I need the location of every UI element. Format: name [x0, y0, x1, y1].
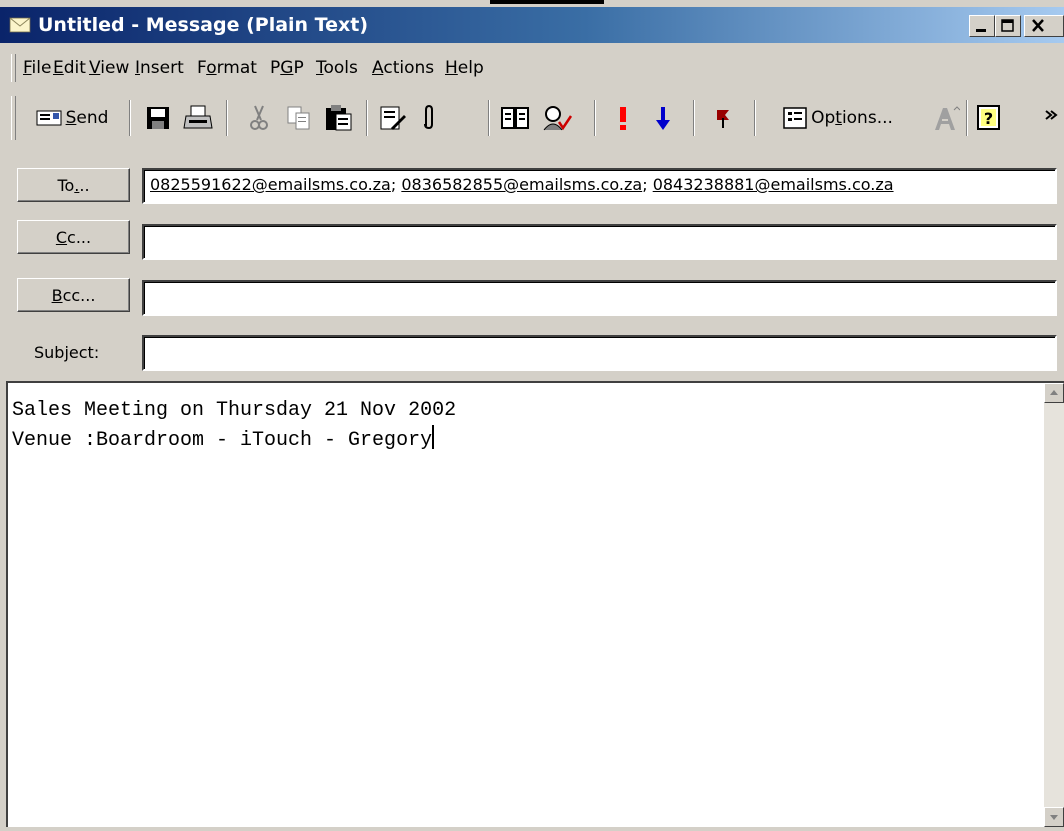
help-button[interactable]: ? — [974, 98, 1004, 138]
toolbar-separator — [693, 100, 695, 136]
importance-low-button[interactable] — [648, 98, 678, 138]
cc-button[interactable]: Cc... — [17, 220, 130, 254]
menu-file[interactable]: File — [23, 58, 51, 78]
menu-help[interactable]: Help — [445, 58, 484, 78]
envelope-icon — [9, 17, 31, 33]
flag-button[interactable] — [708, 98, 738, 138]
toolbar-grip[interactable] — [11, 96, 16, 140]
save-button[interactable] — [141, 98, 175, 138]
minimize-button[interactable] — [969, 15, 995, 37]
attachment-button[interactable] — [415, 98, 443, 138]
message-body[interactable]: Sales Meeting on Thursday 21 Nov 2002 Ve… — [6, 381, 1064, 827]
check-names-icon — [543, 106, 573, 131]
menu-tools[interactable]: Tools — [316, 58, 358, 78]
address-book-icon — [501, 107, 529, 129]
paste-icon — [326, 105, 352, 131]
toolbar-separator — [129, 100, 131, 136]
menu-format[interactable]: Format — [197, 58, 257, 78]
importance-high-button[interactable] — [608, 98, 638, 138]
save-icon — [147, 107, 169, 129]
toolbar-separator — [366, 100, 368, 136]
cut-icon — [250, 105, 268, 130]
to-recipient[interactable]: 0825591622@emailsms.co.za — [150, 175, 391, 194]
arrow-up-icon — [1050, 390, 1058, 395]
bcc-field[interactable] — [142, 280, 1057, 316]
options-button[interactable]: Options... — [768, 98, 908, 138]
subject-field[interactable] — [142, 335, 1057, 371]
copy-button[interactable] — [282, 98, 316, 138]
to-recipient[interactable]: 0843238881@emailsms.co.za — [653, 175, 894, 194]
font-icon — [935, 106, 960, 130]
message-body-text[interactable]: Sales Meeting on Thursday 21 Nov 2002 Ve… — [12, 397, 456, 455]
maximize-icon — [1001, 19, 1014, 32]
send-icon — [36, 110, 62, 126]
menu-actions[interactable]: Actions — [372, 58, 434, 78]
menu-edit[interactable]: Edit — [53, 58, 86, 78]
to-field[interactable]: 0825591622@emailsms.co.za; 0836582855@em… — [142, 168, 1057, 204]
bcc-button[interactable]: Bcc... — [17, 278, 130, 312]
cc-field[interactable] — [142, 224, 1057, 260]
help-icon: ? — [977, 105, 1000, 130]
to-button[interactable]: To... — [17, 168, 130, 202]
attachment-icon — [424, 104, 433, 130]
options-icon — [783, 107, 807, 129]
body-line: Sales Meeting on Thursday 21 Nov 2002 — [12, 399, 457, 422]
send-button[interactable]: Send — [22, 98, 122, 138]
menu-pgp[interactable]: PGP — [270, 58, 304, 78]
minimize-icon — [976, 29, 986, 32]
toolbar-separator — [488, 100, 490, 136]
svg-text:?: ? — [984, 109, 993, 128]
maximize-button[interactable] — [995, 15, 1021, 37]
toolbar-overflow-button[interactable] — [1040, 98, 1062, 138]
font-button[interactable] — [931, 98, 961, 138]
close-icon — [1032, 19, 1044, 32]
body-line: Venue :Boardroom - iTouch - Gregory — [12, 429, 433, 452]
more-icon — [1045, 110, 1058, 120]
menu-insert[interactable]: Insert — [135, 58, 184, 78]
title-bar[interactable]: Untitled - Message (Plain Text) — [0, 7, 1064, 43]
toolbar-separator — [754, 100, 756, 136]
toolbar-separator — [226, 100, 228, 136]
toolbar-separator — [594, 100, 596, 136]
importance-low-icon — [656, 107, 670, 130]
standard-toolbar: Send Options... ? — [0, 90, 1064, 148]
insert-file-button[interactable] — [375, 98, 411, 138]
cut-button[interactable] — [242, 98, 276, 138]
print-button[interactable] — [179, 98, 217, 138]
to-recipient[interactable]: 0836582855@emailsms.co.za — [401, 175, 642, 194]
scroll-up-button[interactable] — [1044, 383, 1064, 403]
top-edge-mark — [490, 0, 604, 4]
text-caret — [432, 425, 435, 449]
toolbar-separator — [966, 100, 968, 136]
vertical-scrollbar[interactable] — [1044, 383, 1064, 827]
window-title: Untitled - Message (Plain Text) — [38, 14, 369, 36]
menu-grip[interactable] — [11, 54, 16, 82]
check-names-button[interactable] — [537, 98, 577, 138]
arrow-down-icon — [1050, 815, 1058, 820]
importance-high-icon — [620, 107, 626, 130]
address-book-button[interactable] — [497, 98, 533, 138]
insert-file-icon — [380, 106, 406, 130]
flag-icon — [717, 110, 729, 128]
subject-label: Subject: — [34, 343, 100, 362]
scroll-down-button[interactable] — [1044, 807, 1064, 827]
print-icon — [183, 105, 213, 129]
menu-view[interactable]: View — [89, 58, 129, 78]
copy-icon — [287, 106, 310, 130]
close-button[interactable] — [1024, 15, 1064, 37]
menu-bar: File Edit View Insert Format PGP Tools A… — [0, 50, 1064, 86]
paste-button[interactable] — [320, 98, 358, 138]
